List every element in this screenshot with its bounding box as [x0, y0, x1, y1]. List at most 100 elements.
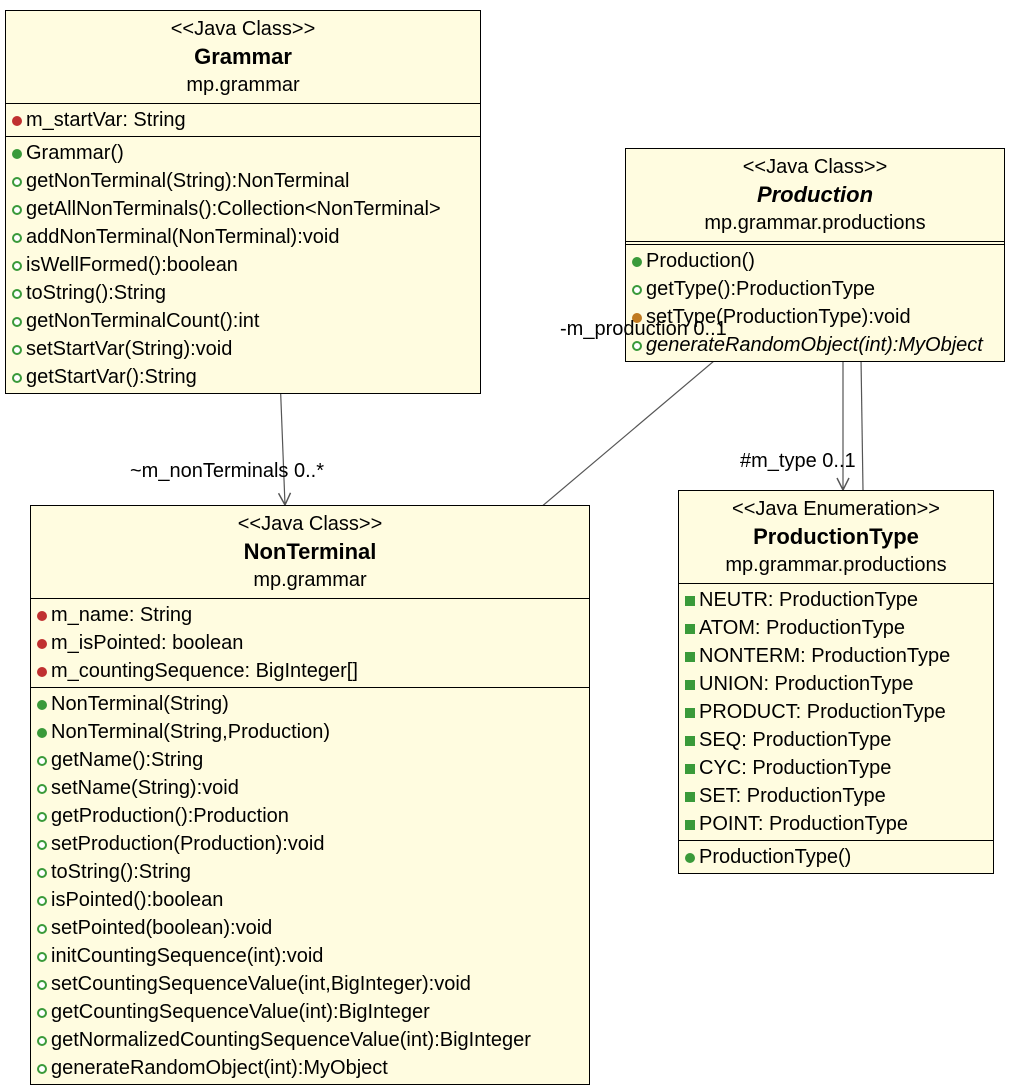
class-name: Grammar: [12, 43, 474, 71]
visibility-icon: [37, 868, 47, 878]
attributes-section: m_name: Stringm_isPointed: booleanm_coun…: [31, 599, 589, 688]
visibility-icon: [12, 289, 22, 299]
visibility-icon: [12, 177, 22, 187]
stereotype: <<Java Enumeration>>: [685, 495, 987, 523]
member-text: isWellFormed():boolean: [26, 251, 238, 279]
member-text: Grammar(): [26, 139, 124, 167]
member-text: SET: ProductionType: [699, 782, 886, 810]
member-text: setProduction(Production):void: [51, 830, 324, 858]
visibility-icon: [37, 611, 47, 621]
member-row: initCountingSequence(int):void: [37, 942, 583, 970]
member-text: toString():String: [26, 279, 166, 307]
member-row: Grammar(): [12, 139, 474, 167]
member-text: m_name: String: [51, 601, 192, 629]
member-row: NonTerminal(String): [37, 690, 583, 718]
member-row: UNION: ProductionType: [685, 670, 987, 698]
member-row: m_name: String: [37, 601, 583, 629]
member-row: getNonTerminal(String):NonTerminal: [12, 167, 474, 195]
member-row: getName():String: [37, 746, 583, 774]
member-text: getName():String: [51, 746, 203, 774]
visibility-icon: [37, 784, 47, 794]
member-text: toString():String: [51, 858, 191, 886]
member-text: getProduction():Production: [51, 802, 289, 830]
visibility-icon: [685, 736, 695, 746]
member-text: initCountingSequence(int):void: [51, 942, 323, 970]
member-row: setStartVar(String):void: [12, 335, 474, 363]
member-row: NEUTR: ProductionType: [685, 586, 987, 614]
member-text: isPointed():boolean: [51, 886, 223, 914]
member-row: NONTERM: ProductionType: [685, 642, 987, 670]
class-name: NonTerminal: [37, 538, 583, 566]
member-text: getNonTerminalCount():int: [26, 307, 259, 335]
assoc-production-type: #m_type 0..1: [740, 450, 856, 473]
member-text: setStartVar(String):void: [26, 335, 232, 363]
member-text: SEQ: ProductionType: [699, 726, 891, 754]
member-row: toString():String: [37, 858, 583, 886]
member-text: POINT: ProductionType: [699, 810, 908, 838]
member-text: getStartVar():String: [26, 363, 197, 391]
visibility-icon: [37, 1036, 47, 1046]
member-row: getProduction():Production: [37, 802, 583, 830]
member-text: m_countingSequence: BigInteger[]: [51, 657, 358, 685]
member-row: CYC: ProductionType: [685, 754, 987, 782]
visibility-icon: [685, 680, 695, 690]
visibility-icon: [632, 285, 642, 295]
member-row: ProductionType(): [685, 843, 987, 871]
member-row: NonTerminal(String,Production): [37, 718, 583, 746]
member-text: setName(String):void: [51, 774, 239, 802]
operations-section: ProductionType(): [679, 841, 993, 873]
member-text: getAllNonTerminals():Collection<NonTermi…: [26, 195, 441, 223]
member-row: isPointed():boolean: [37, 886, 583, 914]
visibility-icon: [37, 952, 47, 962]
member-row: m_countingSequence: BigInteger[]: [37, 657, 583, 685]
visibility-icon: [37, 896, 47, 906]
visibility-icon: [632, 341, 642, 351]
member-row: getNormalizedCountingSequenceValue(int):…: [37, 1026, 583, 1054]
uml-class-nonterminal: <<Java Class>> NonTerminal mp.grammar m_…: [30, 505, 590, 1085]
member-row: getAllNonTerminals():Collection<NonTermi…: [12, 195, 474, 223]
member-row: getCountingSequenceValue(int):BigInteger: [37, 998, 583, 1026]
visibility-icon: [685, 792, 695, 802]
member-row: m_isPointed: boolean: [37, 629, 583, 657]
visibility-icon: [37, 700, 47, 710]
member-text: Production(): [646, 247, 755, 275]
member-text: generateRandomObject(int):MyObject: [51, 1054, 388, 1082]
visibility-icon: [685, 652, 695, 662]
visibility-icon: [37, 756, 47, 766]
stereotype: <<Java Class>>: [632, 153, 998, 181]
member-text: m_startVar: String: [26, 106, 186, 134]
visibility-icon: [12, 317, 22, 327]
member-text: setPointed(boolean):void: [51, 914, 272, 942]
operations-section: Production()getType():ProductionTypesetT…: [626, 245, 1004, 361]
member-row: SEQ: ProductionType: [685, 726, 987, 754]
member-row: Production(): [632, 247, 998, 275]
visibility-icon: [685, 820, 695, 830]
member-text: NONTERM: ProductionType: [699, 642, 950, 670]
member-text: NEUTR: ProductionType: [699, 586, 918, 614]
visibility-icon: [37, 667, 47, 677]
member-row: SET: ProductionType: [685, 782, 987, 810]
visibility-icon: [37, 1008, 47, 1018]
visibility-icon: [37, 980, 47, 990]
member-row: addNonTerminal(NonTerminal):void: [12, 223, 474, 251]
attributes-section: m_startVar: String: [6, 104, 480, 137]
operations-section: NonTerminal(String)NonTerminal(String,Pr…: [31, 688, 589, 1084]
member-row: getType():ProductionType: [632, 275, 998, 303]
member-row: setName(String):void: [37, 774, 583, 802]
member-row: getNonTerminalCount():int: [12, 307, 474, 335]
member-text: getType():ProductionType: [646, 275, 875, 303]
visibility-icon: [37, 639, 47, 649]
package-name: mp.grammar.productions: [632, 209, 998, 237]
member-row: ATOM: ProductionType: [685, 614, 987, 642]
visibility-icon: [37, 728, 47, 738]
member-row: setProduction(Production):void: [37, 830, 583, 858]
visibility-icon: [37, 840, 47, 850]
member-text: UNION: ProductionType: [699, 670, 914, 698]
member-text: addNonTerminal(NonTerminal):void: [26, 223, 339, 251]
visibility-icon: [12, 205, 22, 215]
uml-enum-productiontype: <<Java Enumeration>> ProductionType mp.g…: [678, 490, 994, 874]
member-row: PRODUCT: ProductionType: [685, 698, 987, 726]
visibility-icon: [12, 345, 22, 355]
assoc-nonterminal-production: -m_production 0..1: [560, 318, 727, 341]
member-row: setPointed(boolean):void: [37, 914, 583, 942]
